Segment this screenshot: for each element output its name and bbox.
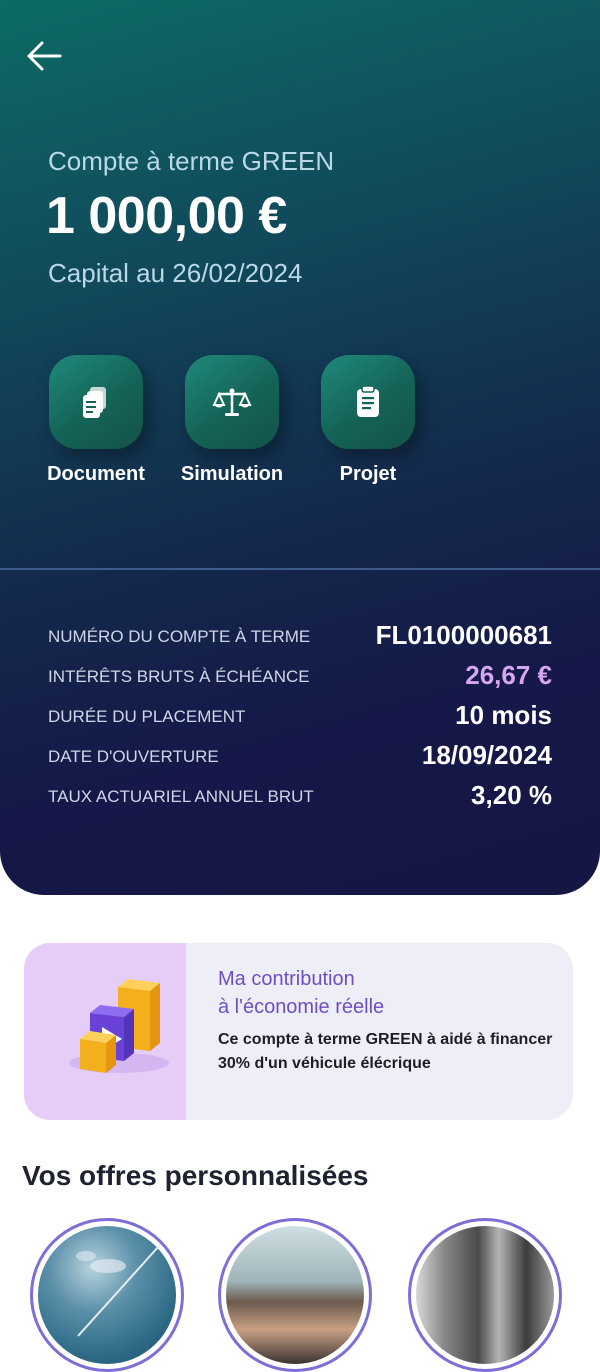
- contribution-illustration: [24, 943, 186, 1120]
- contribution-card[interactable]: Ma contribution à l'économie réelle Ce c…: [24, 943, 573, 1120]
- growth-blocks-play-icon: [69, 979, 169, 1073]
- simulation-action-label: Simulation: [180, 463, 284, 485]
- account-details: NUMÉRO DU COMPTE À TERME FL0100000681 IN…: [48, 620, 552, 820]
- detail-value: 18/09/2024: [421, 740, 552, 770]
- simulation-action-tile: [185, 355, 279, 449]
- contribution-description: Ce compte à terme GREEN à aidé à finance…: [218, 1031, 553, 1072]
- detail-label: INTÉRÊTS BRUTS À ÉCHÉANCE: [48, 667, 310, 686]
- detail-value: FL0100000681: [375, 620, 552, 650]
- offer-item[interactable]: [218, 1218, 372, 1372]
- detail-label: DURÉE DU PLACEMENT: [48, 707, 246, 726]
- section-divider: [0, 568, 600, 570]
- account-name: Compte à terme GREEN: [48, 146, 335, 176]
- contribution-title-line2: à l'économie réelle: [218, 996, 385, 1018]
- offer-item[interactable]: [30, 1218, 184, 1372]
- document-action-tile: [49, 355, 143, 449]
- detail-row-opening-date: DATE D'OUVERTURE 18/09/2024: [48, 740, 552, 780]
- document-action-label: Document: [47, 463, 145, 485]
- account-balance: 1 000,00 €: [46, 187, 287, 245]
- documents-icon: [83, 387, 106, 418]
- offers-section-title: Vos offres personnalisées: [22, 1160, 369, 1191]
- detail-label: DATE D'OUVERTURE: [48, 747, 219, 766]
- detail-row-account-number: NUMÉRO DU COMPTE À TERME FL0100000681: [48, 620, 552, 660]
- detail-row-interest: INTÉRÊTS BRUTS À ÉCHÉANCE 26,67 €: [48, 660, 552, 700]
- simulation-action-button[interactable]: Simulation: [162, 355, 302, 486]
- document-action-button[interactable]: Document: [26, 355, 166, 486]
- projet-action-label: Projet: [339, 463, 397, 485]
- arrow-left-icon: [27, 41, 62, 71]
- offer-image-people: [226, 1226, 364, 1364]
- capital-date: Capital au 26/02/2024: [48, 258, 303, 288]
- detail-label: TAUX ACTUARIEL ANNUEL BRUT: [48, 787, 314, 806]
- detail-value: 26,67 €: [465, 660, 552, 690]
- projet-action-button[interactable]: Projet: [298, 355, 438, 486]
- offer-image-pipes: [416, 1226, 554, 1364]
- detail-row-rate: TAUX ACTUARIEL ANNUEL BRUT 3,20 %: [48, 780, 552, 820]
- scale-icon: [212, 388, 252, 416]
- detail-label: NUMÉRO DU COMPTE À TERME: [48, 627, 311, 646]
- offer-item[interactable]: [408, 1218, 562, 1372]
- clipboard-icon: [357, 385, 379, 417]
- back-button[interactable]: [22, 36, 66, 76]
- detail-row-duration: DURÉE DU PLACEMENT 10 mois: [48, 700, 552, 740]
- detail-value: 3,20 %: [471, 780, 552, 810]
- projet-action-tile: [321, 355, 415, 449]
- detail-value: 10 mois: [455, 700, 552, 730]
- offer-image-sky: [38, 1226, 176, 1364]
- account-header-panel: Compte à terme GREEN 1 000,00 € Capital …: [0, 0, 600, 895]
- contribution-title-line1: Ma contribution: [218, 968, 355, 990]
